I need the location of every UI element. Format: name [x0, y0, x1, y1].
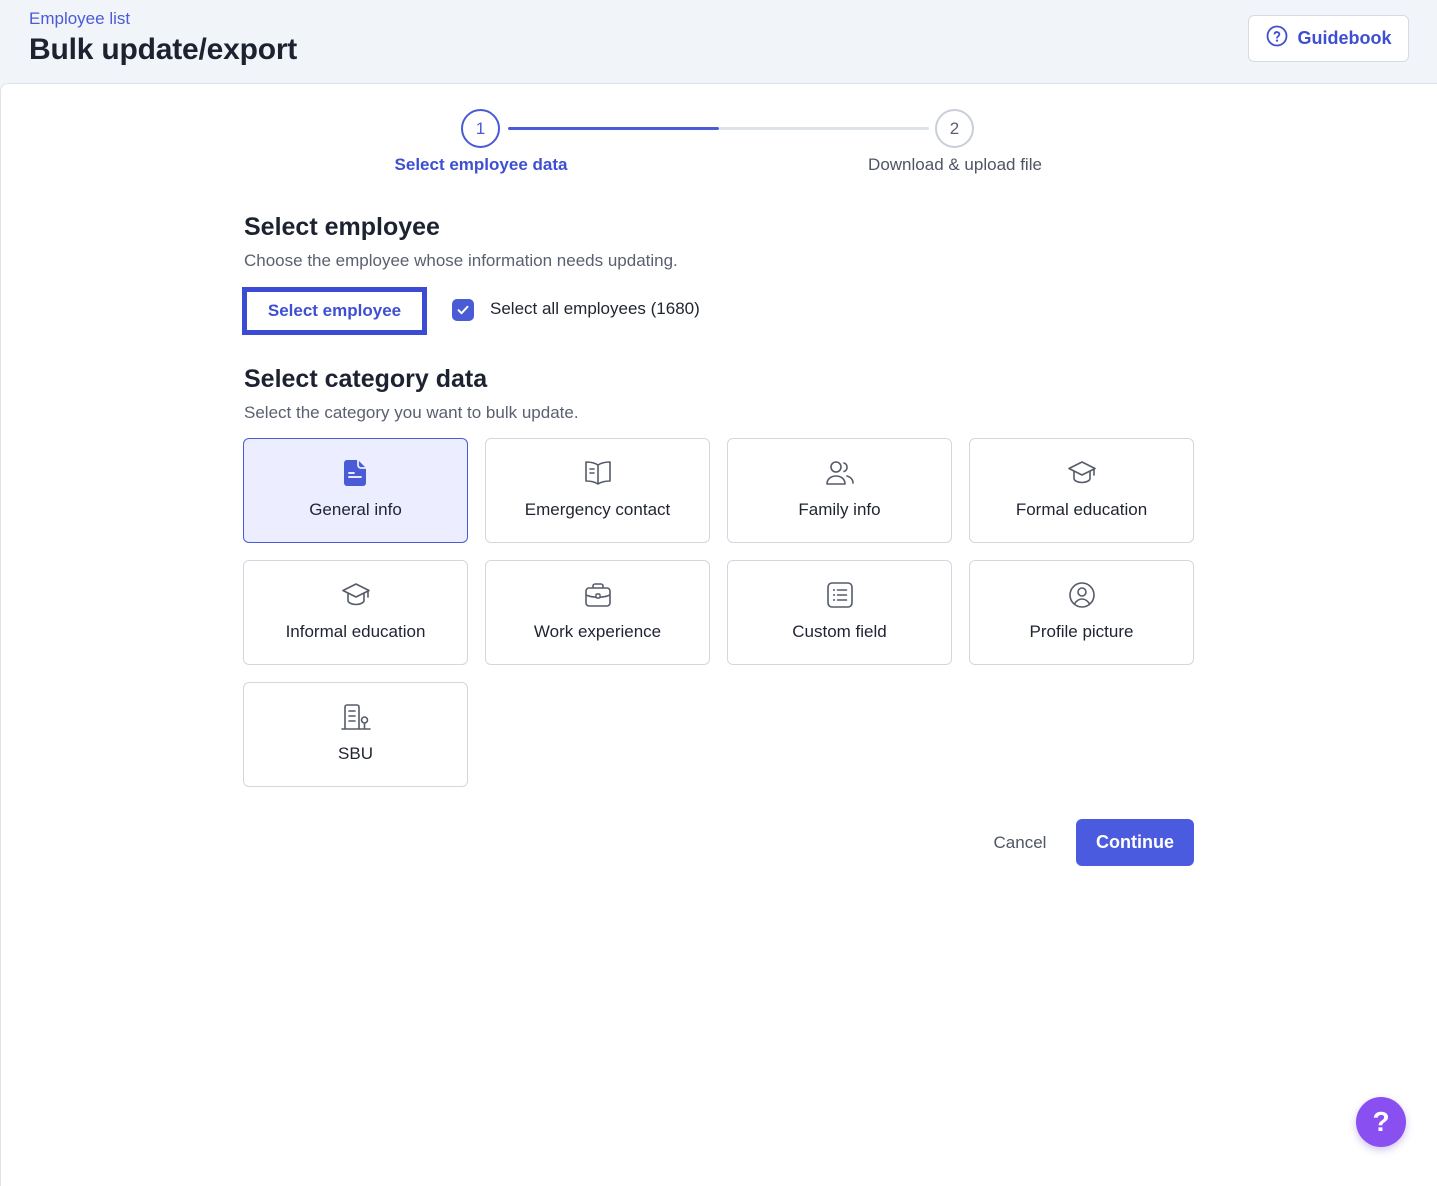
- category-card-custom-field[interactable]: Custom field: [727, 560, 952, 665]
- help-button[interactable]: ?: [1356, 1097, 1406, 1147]
- category-card-emergency-contact[interactable]: Emergency contact: [485, 438, 710, 543]
- category-card-profile-picture[interactable]: Profile picture: [969, 560, 1194, 665]
- select-all-label[interactable]: Select all employees (1680): [490, 299, 700, 319]
- book-icon: [486, 458, 709, 488]
- breadcrumb-employee-list[interactable]: Employee list: [29, 9, 130, 29]
- document-icon: [244, 458, 467, 488]
- card-label: Custom field: [792, 622, 887, 641]
- users-icon: [728, 458, 951, 488]
- category-card-family-info[interactable]: Family info: [727, 438, 952, 543]
- stepper-progress-done: [508, 127, 719, 130]
- category-card-sbu[interactable]: SBU: [243, 682, 468, 787]
- select-all-checkbox[interactable]: [452, 299, 474, 321]
- step-2-label: Download & upload file: [868, 155, 1042, 174]
- card-label: Informal education: [285, 622, 426, 641]
- user-circle-icon: [970, 580, 1193, 610]
- step-1-indicator: 1: [461, 109, 500, 148]
- card-label: Family info: [798, 500, 881, 519]
- category-card-work-experience[interactable]: Work experience: [485, 560, 710, 665]
- select-employee-button[interactable]: Select employee: [242, 287, 427, 335]
- category-card-formal-education[interactable]: Formal education: [969, 438, 1194, 543]
- select-employee-description: Choose the employee whose information ne…: [244, 251, 678, 270]
- card-label: Work experience: [533, 622, 662, 641]
- category-card-general-info[interactable]: General info: [243, 438, 468, 543]
- graduation-cap-icon: [244, 580, 467, 610]
- page-title: Bulk update/export: [29, 33, 298, 66]
- briefcase-icon: [486, 580, 709, 610]
- checkmark-icon: [457, 305, 469, 315]
- card-label: Formal education: [1015, 500, 1148, 519]
- category-description: Select the category you want to bulk upd…: [244, 403, 579, 422]
- guidebook-button[interactable]: Guidebook: [1248, 15, 1409, 62]
- card-label: SBU: [338, 744, 373, 763]
- card-label: General info: [309, 500, 402, 519]
- main-panel: [0, 83, 1437, 1186]
- stepper-progress-remaining: [719, 127, 929, 130]
- card-label: Emergency contact: [524, 500, 671, 519]
- cancel-button[interactable]: Cancel: [975, 820, 1065, 866]
- step-2-indicator: 2: [935, 109, 974, 148]
- question-icon: ?: [1372, 1106, 1390, 1137]
- building-icon: [244, 702, 467, 732]
- graduation-cap-icon: [970, 458, 1193, 488]
- guidebook-label: Guidebook: [1297, 28, 1392, 48]
- select-employee-title: Select employee: [244, 213, 440, 241]
- card-label: Profile picture: [1029, 622, 1134, 641]
- category-card-informal-education[interactable]: Informal education: [243, 560, 468, 665]
- step-1-label: Select employee data: [394, 155, 568, 174]
- question-circle-icon: [1266, 25, 1288, 52]
- category-title: Select category data: [244, 365, 488, 393]
- list-icon: [728, 580, 951, 610]
- continue-button[interactable]: Continue: [1076, 819, 1194, 866]
- page-header: Employee list Bulk update/export Guidebo…: [0, 0, 1437, 83]
